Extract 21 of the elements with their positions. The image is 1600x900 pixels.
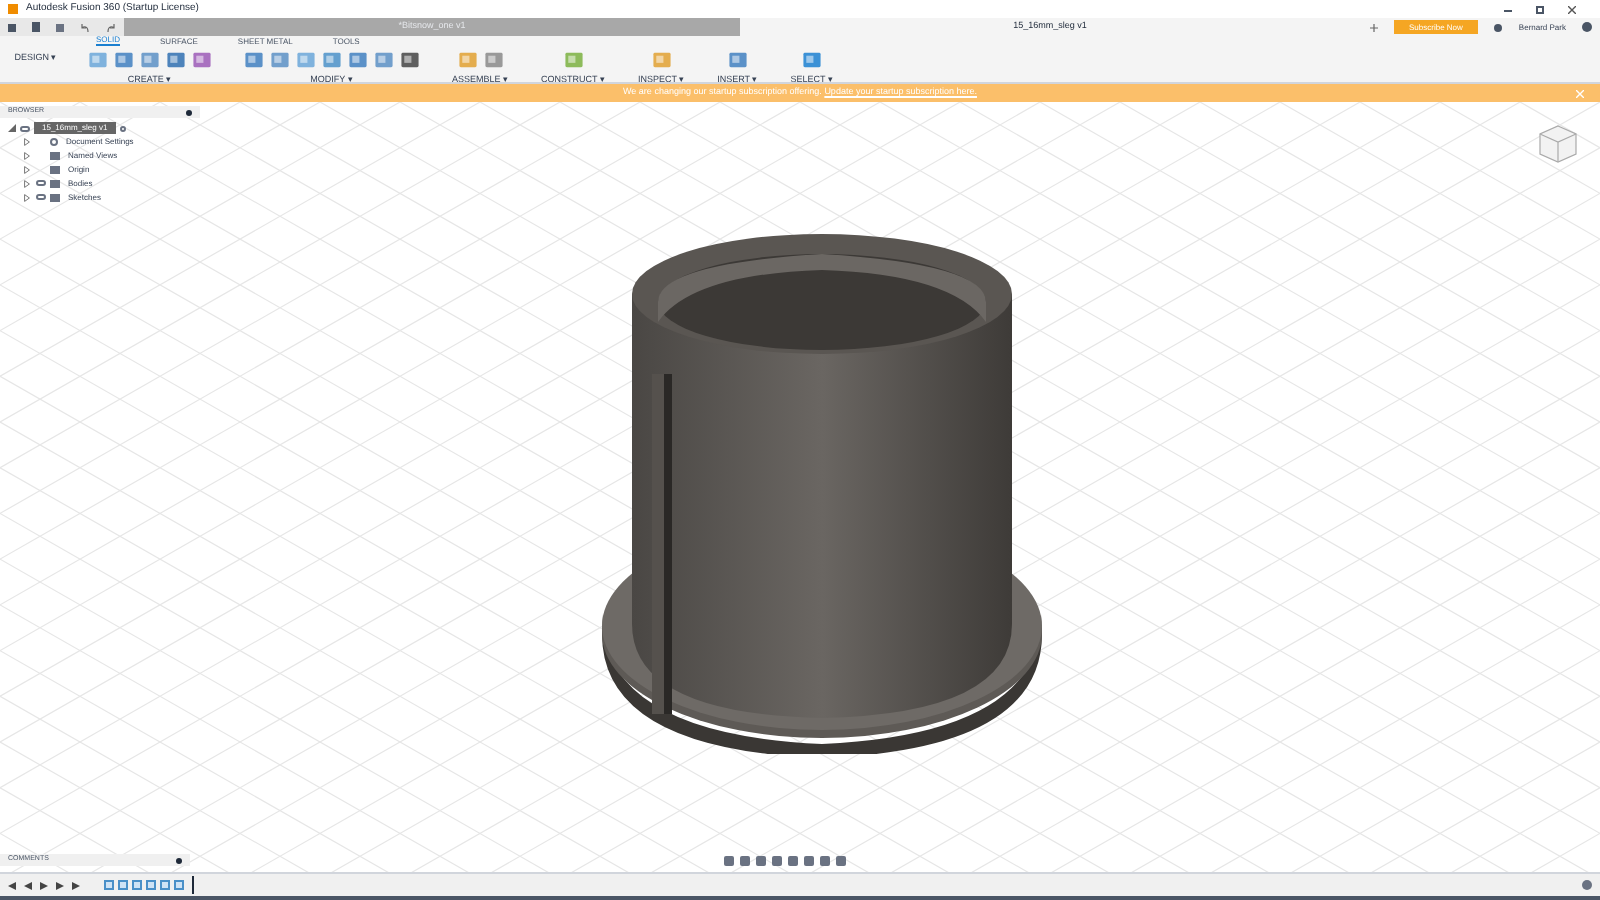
view-cube-icon[interactable] — [1536, 122, 1580, 166]
add-tab-icon[interactable] — [1369, 23, 1378, 31]
play-icon[interactable] — [40, 881, 48, 889]
minimize-icon[interactable] — [1504, 9, 1512, 11]
first-icon[interactable] — [8, 881, 16, 889]
pin-icon[interactable] — [186, 109, 192, 115]
pin-icon[interactable] — [176, 857, 182, 863]
eye-icon[interactable] — [35, 194, 45, 200]
eye-icon[interactable] — [20, 125, 30, 131]
restore-icon[interactable] — [1536, 5, 1544, 13]
collapse-icon[interactable] — [8, 124, 16, 132]
last-icon[interactable] — [72, 881, 80, 889]
undo-icon[interactable] — [80, 23, 90, 31]
previous-icon[interactable] — [24, 881, 32, 889]
target-icon[interactable] — [119, 125, 126, 131]
eye-icon[interactable] — [35, 180, 45, 186]
redo-icon[interactable] — [106, 23, 116, 31]
app-logo-icon — [8, 4, 18, 14]
next-icon[interactable] — [56, 881, 64, 889]
timeline-marker-icon[interactable] — [192, 876, 194, 894]
close-icon[interactable] — [1568, 5, 1576, 13]
